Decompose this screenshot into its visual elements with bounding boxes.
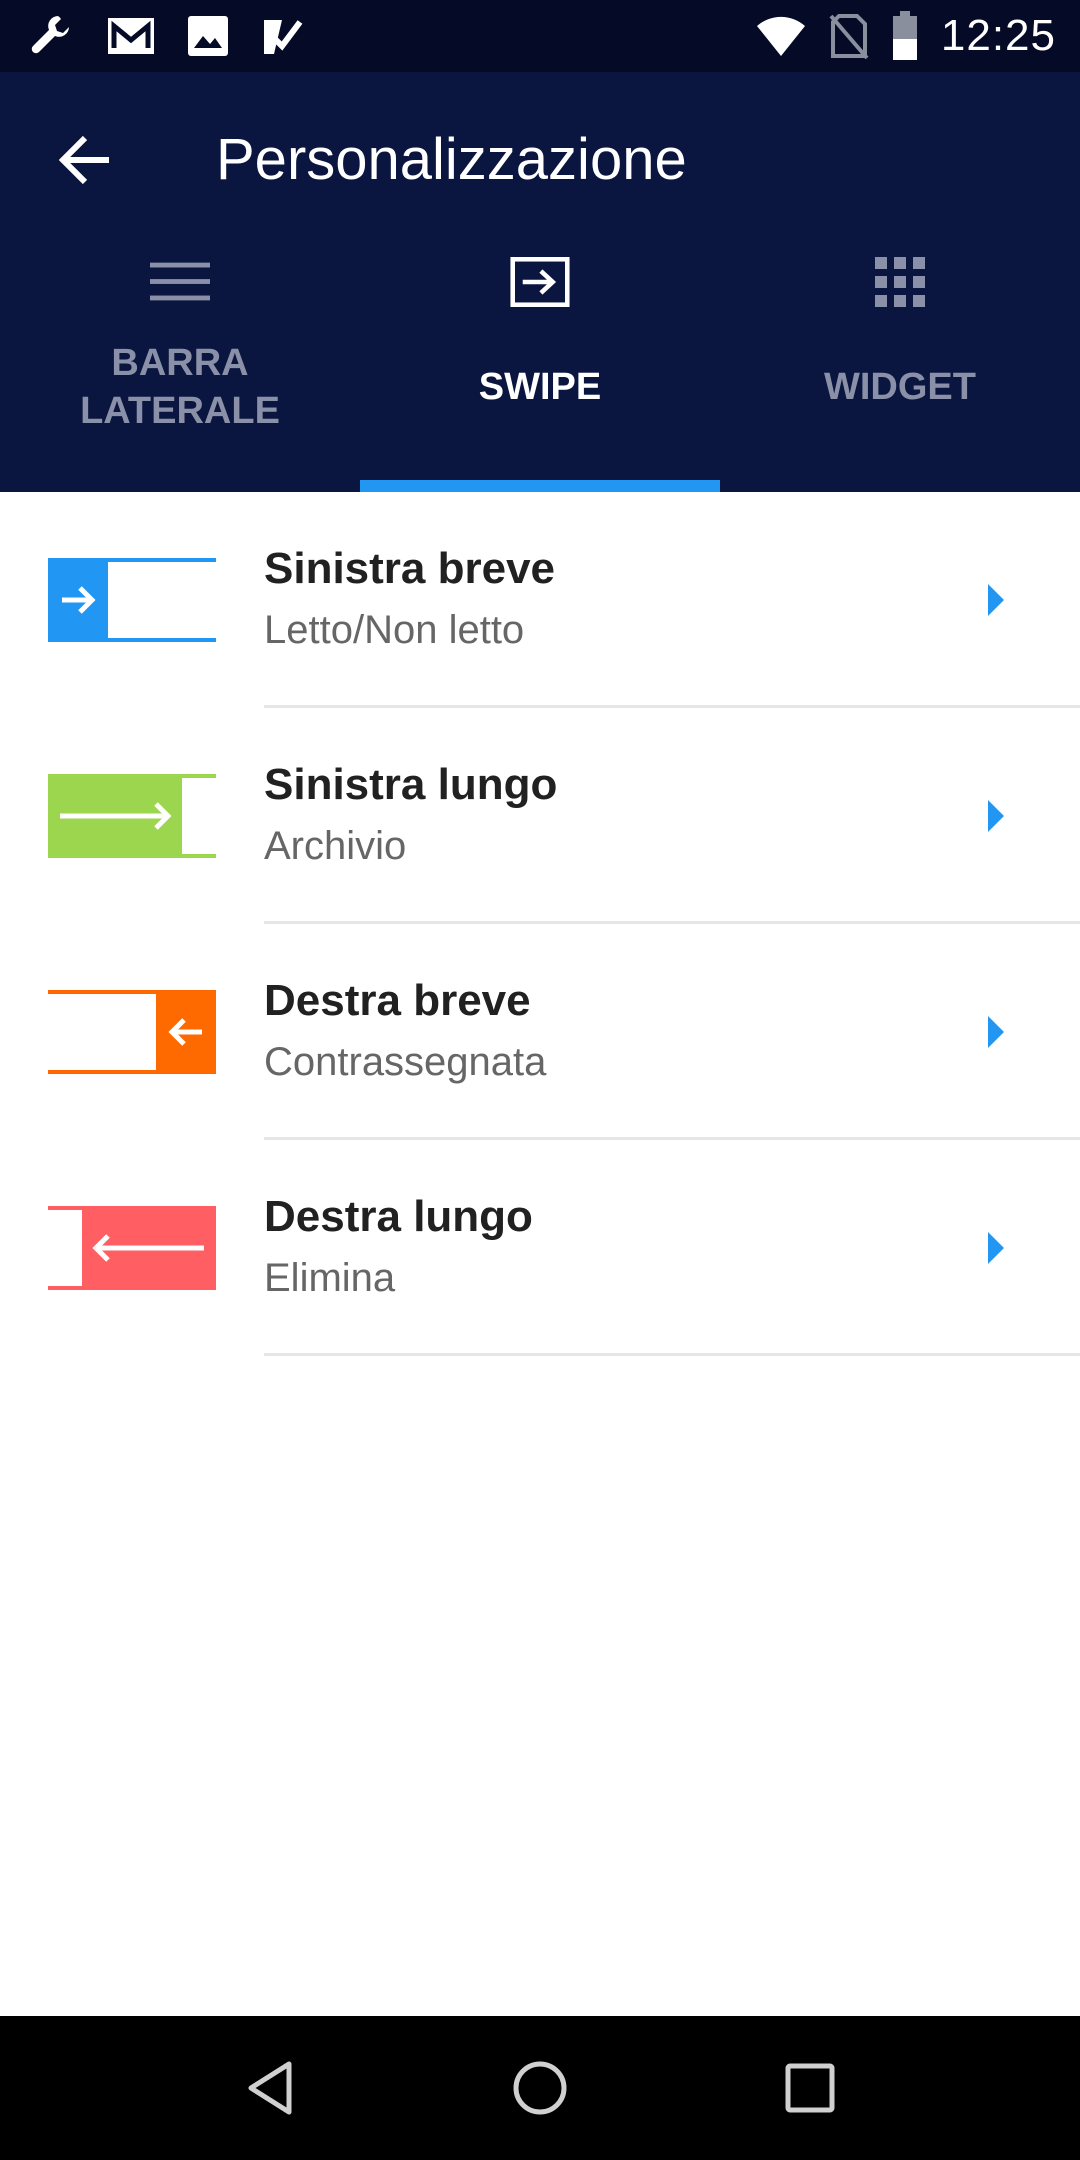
row-value: Elimina xyxy=(264,1256,396,1300)
chevron-right-icon xyxy=(988,584,1004,616)
row-value: Contrassegnata xyxy=(264,1040,547,1084)
clock: 12:25 xyxy=(940,11,1056,60)
home-circle-icon xyxy=(513,2061,567,2115)
row-title: Destra lungo xyxy=(264,1192,533,1241)
chevron-right-icon xyxy=(988,1016,1004,1048)
tab-label: BARRA LATERALE xyxy=(80,342,280,432)
navigation-bar xyxy=(0,2016,1080,2160)
page-title: Personalizzazione xyxy=(216,127,687,192)
recents-square-icon xyxy=(785,2063,835,2113)
chevron-right-icon xyxy=(988,800,1004,832)
menu-lines-icon xyxy=(150,252,210,312)
chevron-right-icon xyxy=(988,1232,1004,1264)
battery-icon xyxy=(892,11,917,60)
tab-swipe[interactable]: SWIPE xyxy=(360,232,720,492)
system-icons: 12:25 xyxy=(755,10,1056,62)
notification-icons xyxy=(28,10,304,62)
gmail-icon xyxy=(108,18,154,54)
tab-label: SWIPE xyxy=(478,366,602,408)
nav-back-button[interactable] xyxy=(230,2052,310,2124)
app-bar: Personalizzazione BARRA LATERALE SWIPE W… xyxy=(0,72,1080,492)
swipe-row-sinistra-lungo[interactable]: Sinistra lungo Archivio xyxy=(0,708,1080,924)
checkmark-icon xyxy=(264,20,303,54)
image-icon xyxy=(188,16,228,56)
swipe-actions-list: Sinistra breve Letto/Non letto Sinistra … xyxy=(0,492,1080,1356)
arrow-back-icon xyxy=(58,135,109,185)
swipe-left-short-icon xyxy=(48,558,216,642)
swipe-row-sinistra-breve[interactable]: Sinistra breve Letto/Non letto xyxy=(0,492,1080,708)
status-bar: 12:25 xyxy=(0,0,1080,72)
tab-widget[interactable]: WIDGET xyxy=(720,232,1080,492)
row-value: Archivio xyxy=(264,824,407,868)
wifi-icon xyxy=(756,16,805,56)
tab-bar: BARRA LATERALE SWIPE WIDGET xyxy=(0,232,1080,492)
back-triangle-icon xyxy=(248,2061,292,2115)
nav-recents-button[interactable] xyxy=(770,2052,850,2124)
tab-barra-laterale[interactable]: BARRA LATERALE xyxy=(0,232,360,492)
wrench-icon xyxy=(31,16,69,54)
divider xyxy=(264,1353,1080,1356)
swipe-arrow-box-icon xyxy=(510,252,570,312)
row-title: Sinistra lungo xyxy=(264,760,558,809)
no-sim-icon xyxy=(829,14,869,60)
swipe-left-long-icon xyxy=(48,774,216,858)
active-tab-indicator xyxy=(360,480,720,492)
swipe-right-short-icon xyxy=(48,990,216,1074)
swipe-row-destra-breve[interactable]: Destra breve Contrassegnata xyxy=(0,924,1080,1140)
row-title: Sinistra breve xyxy=(264,544,556,593)
grid-icon xyxy=(870,252,930,312)
tab-label: WIDGET xyxy=(824,366,976,408)
row-value: Letto/Non letto xyxy=(264,608,525,652)
swipe-right-long-icon xyxy=(48,1206,216,1290)
nav-home-button[interactable] xyxy=(500,2052,580,2124)
row-title: Destra breve xyxy=(264,976,531,1025)
back-button[interactable] xyxy=(40,120,130,200)
swipe-row-destra-lungo[interactable]: Destra lungo Elimina xyxy=(0,1140,1080,1356)
